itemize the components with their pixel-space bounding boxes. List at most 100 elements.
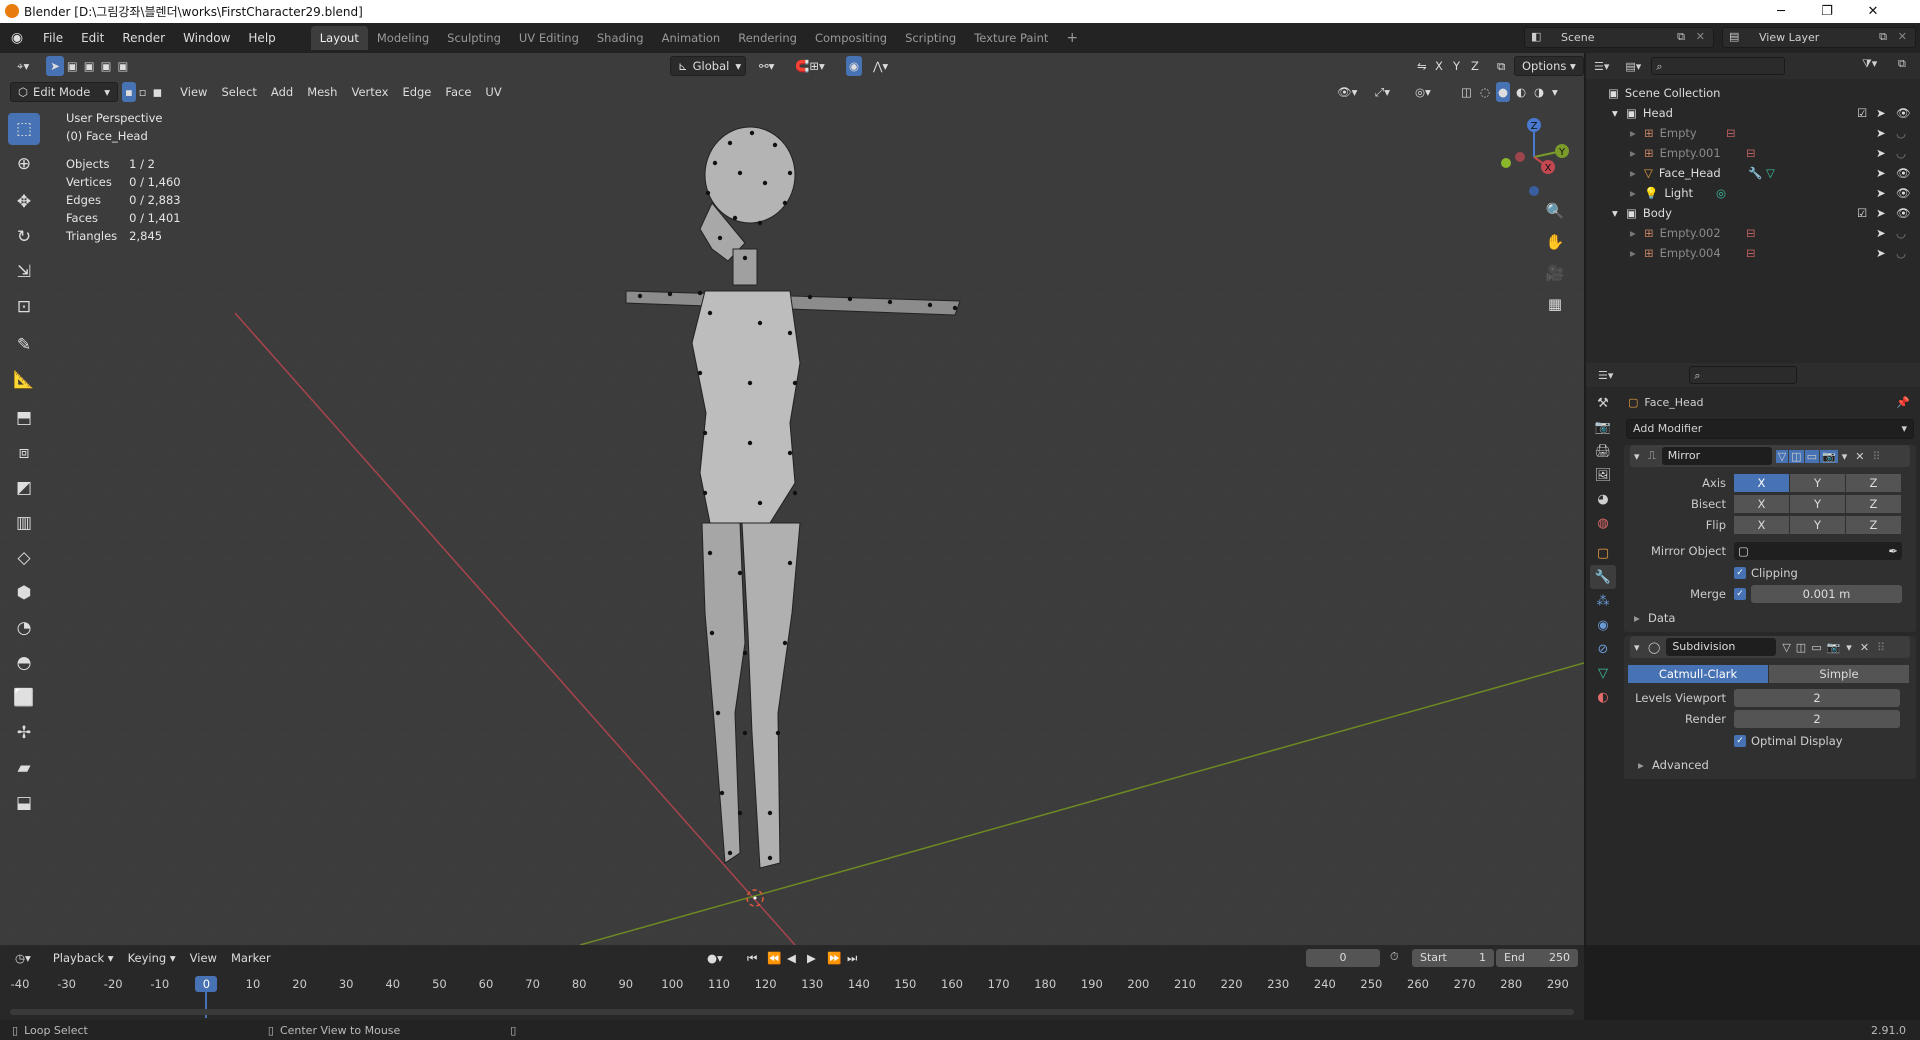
menu-render[interactable]: Render xyxy=(113,31,174,45)
outliner-row-face-head[interactable]: ▸ ▽ Face_Head 🔧 ▽ ➤ 👁 xyxy=(1586,163,1920,183)
cage-toggle-icon[interactable]: ◫ xyxy=(1789,449,1804,463)
mirror-object-field[interactable]: ▢ ✒ xyxy=(1734,542,1902,560)
outliner-row-empty[interactable]: ▸ ⊞ Empty ⊟ ➤ ◡ xyxy=(1586,123,1920,143)
overlays-icon[interactable]: ◎▾ xyxy=(1408,82,1438,102)
data-subpanel[interactable]: ▸ Data xyxy=(1624,608,1902,628)
xray-icon[interactable]: ◫ xyxy=(1454,82,1479,102)
checkbox-icon[interactable]: ☑ xyxy=(1857,206,1867,220)
remove-modifier-icon[interactable]: ✕ xyxy=(1855,450,1864,463)
filter-icon[interactable]: ⧩▾ xyxy=(1862,57,1877,71)
spin-tool-icon[interactable]: ◔ xyxy=(8,612,40,644)
menu-window[interactable]: Window xyxy=(174,31,239,45)
menu-edit[interactable]: Edit xyxy=(72,31,113,45)
viewport-toggle-icon[interactable]: ▭ xyxy=(1804,449,1819,463)
modifier-menu-icon[interactable]: ▾ xyxy=(1846,641,1852,654)
bisect-y-toggle[interactable]: Y xyxy=(1790,495,1845,513)
bevel-tool-icon[interactable]: ◩ xyxy=(8,472,40,504)
face-select-icon[interactable]: ◼ xyxy=(150,82,166,102)
new-scene-icon[interactable]: ⧉ xyxy=(1677,30,1685,44)
visibility-icon[interactable]: 👁▾ xyxy=(1330,82,1364,102)
axis-y-toggle[interactable]: Y xyxy=(1790,474,1845,492)
eye-closed-icon[interactable]: ◡ xyxy=(1896,226,1906,240)
outliner-editor-icon[interactable]: ☰▾ xyxy=(1594,60,1609,73)
simple-button[interactable]: Simple xyxy=(1769,665,1909,683)
tab-rendering[interactable]: Rendering xyxy=(729,26,806,50)
outliner-search-input[interactable]: ⌕ xyxy=(1651,57,1786,75)
mirror-x-button[interactable]: X xyxy=(1432,56,1446,76)
select-mode-invert-icon[interactable]: ▣ xyxy=(115,56,132,76)
edge-slide-tool-icon[interactable]: ⬜ xyxy=(8,682,40,714)
proportional-editing-icon[interactable]: ◉ xyxy=(846,56,863,76)
expand-right-icon[interactable]: ▸ xyxy=(1630,146,1644,160)
select-tool-icon[interactable]: ⬚ xyxy=(8,113,40,145)
eye-icon[interactable]: 👁 xyxy=(1896,166,1911,180)
tab-scripting[interactable]: Scripting xyxy=(896,26,965,50)
vertex-select-icon[interactable]: ▪ xyxy=(122,82,136,102)
clipping-checkbox[interactable]: ✓ xyxy=(1734,567,1746,579)
select-arrow-icon[interactable]: ➤ xyxy=(1876,106,1886,120)
axis-x-toggle[interactable]: X xyxy=(1734,474,1789,492)
data-tab-icon[interactable]: ▽ xyxy=(1590,661,1616,685)
drag-handle-icon[interactable]: ⠿ xyxy=(1877,641,1885,654)
edit-mode-toggle-icon[interactable]: ▽ xyxy=(1780,641,1792,654)
select-arrow-icon[interactable]: ➤ xyxy=(1876,226,1886,240)
outliner-row-head[interactable]: ▾ ▣ Head ☑ ➤ 👁 xyxy=(1586,103,1920,123)
remove-scene-icon[interactable]: ✕ xyxy=(1696,30,1705,43)
transform-orientation-dropdown[interactable]: ⊾ Global ▾ xyxy=(670,56,746,76)
advanced-subpanel[interactable]: ▸ Advanced xyxy=(1628,755,1910,775)
select-mode-extend-icon[interactable]: ▣ xyxy=(81,56,98,76)
axis-z-toggle[interactable]: Z xyxy=(1846,474,1901,492)
cursor-tool-icon[interactable]: ⊕ xyxy=(8,148,40,180)
outliner-row-empty-004[interactable]: ▸ ⊞ Empty.004 ⊟ ➤ ◡ xyxy=(1586,243,1920,263)
shrink-fatten-tool-icon[interactable]: ✢ xyxy=(8,717,40,749)
expand-right-icon[interactable]: ▸ xyxy=(1630,246,1644,260)
falloff-icon[interactable]: ⋀▾ xyxy=(866,56,895,76)
shear-tool-icon[interactable]: ▰ xyxy=(8,752,40,784)
select-mode-subtract-icon[interactable]: ▣ xyxy=(98,56,115,76)
outliner-row-light[interactable]: ▸ 💡 Light ◎ ➤ 👁 xyxy=(1586,183,1920,203)
checkbox-icon[interactable]: ☑ xyxy=(1857,106,1867,120)
cage-toggle-icon[interactable]: ◫ xyxy=(1794,641,1808,654)
snap-icon[interactable]: 🧲⊞▾ xyxy=(788,56,832,76)
menu-file[interactable]: File xyxy=(34,31,72,45)
mirror-modifier-name-input[interactable]: Mirror xyxy=(1661,447,1772,465)
tab-uv-editing[interactable]: UV Editing xyxy=(510,26,588,50)
select-arrow-icon[interactable]: ➤ xyxy=(1876,126,1886,140)
move-tool-icon[interactable]: ✥ xyxy=(8,186,40,218)
solid-shading-icon[interactable]: ● xyxy=(1496,82,1511,102)
tab-compositing[interactable]: Compositing xyxy=(806,26,896,50)
wireframe-shading-icon[interactable]: ◌ xyxy=(1478,82,1492,102)
menu-vertex[interactable]: Vertex xyxy=(344,82,395,102)
constraints-tab-icon[interactable]: ⊘ xyxy=(1590,637,1616,661)
merge-distance-input[interactable]: 0.001 m xyxy=(1751,585,1902,603)
auto-merge-icon[interactable]: ⧉ xyxy=(1490,56,1512,76)
3d-viewport[interactable]: ⌖▾ ➤ ▣ ▣ ▣ ▣ ⊾ Global ▾ ⚯▾ 🧲⊞▾ ◉ ⋀▾ ⇋ X … xyxy=(0,53,1584,945)
mirror-z-button[interactable]: Z xyxy=(1468,56,1482,76)
flip-z-toggle[interactable]: Z xyxy=(1846,516,1901,534)
mirror-axis-icon[interactable]: ⇋ xyxy=(1410,56,1434,76)
viewport-toggle-icon[interactable]: ▭ xyxy=(1809,641,1823,654)
loop-cut-tool-icon[interactable]: ▥ xyxy=(8,507,40,539)
tab-modeling[interactable]: Modeling xyxy=(368,26,438,50)
smooth-tool-icon[interactable]: ◓ xyxy=(8,647,40,679)
rendered-shading-icon[interactable]: ◑ xyxy=(1532,82,1546,102)
tab-sculpting[interactable]: Sculpting xyxy=(438,26,510,50)
edge-select-icon[interactable]: ▫ xyxy=(136,82,150,102)
scene-selector[interactable]: ◧ Scene ⧉ ✕ xyxy=(1524,27,1714,48)
menu-select[interactable]: Select xyxy=(214,82,263,102)
rotate-tool-icon[interactable]: ↻ xyxy=(8,221,40,253)
catmull-clark-button[interactable]: Catmull-Clark xyxy=(1628,665,1768,683)
zoom-icon[interactable]: 🔍 xyxy=(1542,198,1568,224)
menu-add[interactable]: Add xyxy=(264,82,300,102)
drag-handle-icon[interactable]: ⠿ xyxy=(1872,450,1880,463)
select-arrow-icon[interactable]: ➤ xyxy=(1876,206,1886,220)
new-view-layer-icon[interactable]: ⧉ xyxy=(1879,30,1887,44)
blender-menu-icon[interactable]: ◉ xyxy=(0,30,34,46)
subdivision-modifier-name-input[interactable]: Subdivision xyxy=(1666,638,1777,656)
modifier-tab-icon[interactable]: 🔧 xyxy=(1590,565,1616,589)
annotate-tool-icon[interactable]: ✎ xyxy=(8,329,40,361)
remove-view-layer-icon[interactable]: ✕ xyxy=(1898,30,1907,43)
output-tab-icon[interactable]: 🖨 xyxy=(1590,439,1616,463)
menu-mesh[interactable]: Mesh xyxy=(300,82,344,102)
timeline-scrollbar[interactable] xyxy=(10,1009,1574,1015)
